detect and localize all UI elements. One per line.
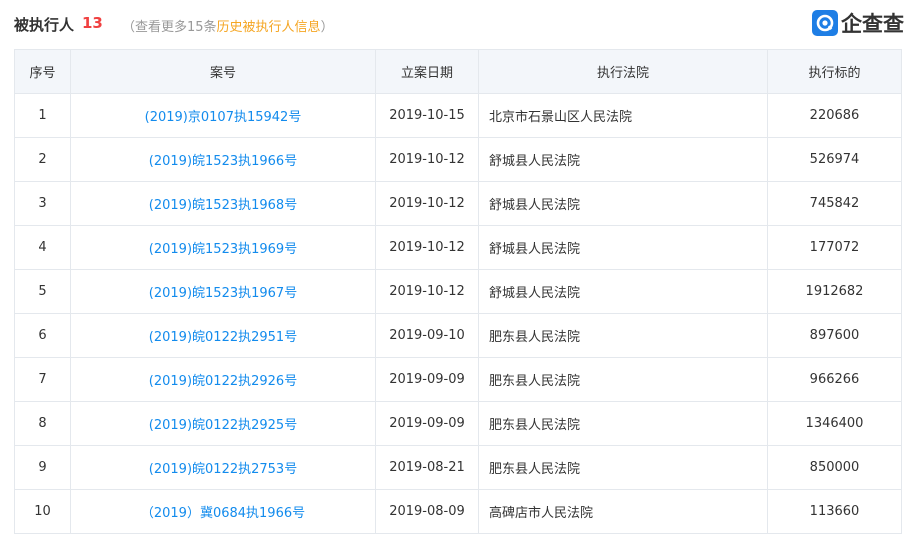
filing-date: 2019-10-12 — [375, 137, 479, 182]
table-row: 2 (2019)皖1523执1966号 2019-10-12 舒城县人民法院 52697… — [14, 137, 902, 182]
table-row: 1 (2019)京0107执15942号 2019-10-15 北京市石景山区人民法院… — [14, 93, 902, 138]
case-number-link[interactable]: (2019)京0107执15942号 — [70, 93, 376, 138]
case-number-link[interactable]: (2019)皖0122执2753号 — [70, 445, 376, 490]
table-row: 7 (2019)皖0122执2926号 2019-09-09 肥东县人民法院 96626… — [14, 357, 902, 402]
execution-amount: 1912682 — [767, 269, 902, 314]
court-name: 北京市石景山区人民法院 — [478, 93, 768, 138]
execution-amount: 220686 — [767, 93, 902, 138]
row-index: 8 — [14, 401, 71, 446]
col-header-case-no: 案号 — [70, 49, 376, 94]
table-row: 8 (2019)皖0122执2925号 2019-09-09 肥东县人民法院 13464… — [14, 401, 902, 446]
history-note: （查看更多15条历史被执行人信息） — [122, 16, 334, 35]
execution-amount: 526974 — [767, 137, 902, 182]
court-name: 舒城县人民法院 — [478, 181, 768, 226]
case-number-link[interactable]: （2019）冀0684执1966号 — [70, 489, 376, 534]
table-row: 9 (2019)皖0122执2753号 2019-08-21 肥东县人民法院 85000… — [14, 445, 902, 490]
filing-date: 2019-08-09 — [375, 489, 479, 534]
row-index: 4 — [14, 225, 71, 270]
section-title: 被执行人 — [14, 16, 75, 34]
table-row: 6 (2019)皖0122执2951号 2019-09-10 肥东县人民法院 89760… — [14, 313, 902, 358]
row-index: 1 — [14, 93, 71, 138]
filing-date: 2019-09-09 — [375, 401, 479, 446]
history-note-close: ） — [320, 20, 334, 35]
case-number-link[interactable]: (2019)皖0122执2926号 — [70, 357, 376, 402]
execution-amount: 966266 — [767, 357, 902, 402]
row-index: 10 — [14, 489, 71, 534]
col-header-filing-date: 立案日期 — [375, 49, 479, 94]
court-name: 舒城县人民法院 — [478, 137, 768, 182]
filing-date: 2019-10-12 — [375, 225, 479, 270]
row-index: 9 — [14, 445, 71, 490]
court-name: 舒城县人民法院 — [478, 225, 768, 270]
case-number-link[interactable]: (2019)皖0122执2951号 — [70, 313, 376, 358]
logo-text: 企查查 — [841, 12, 904, 36]
execution-amount: 745842 — [767, 181, 902, 226]
col-header-index: 序号 — [14, 49, 71, 94]
history-link[interactable]: 历史被执行人信息 — [217, 20, 321, 35]
filing-date: 2019-09-10 — [375, 313, 479, 358]
table-row: 4 (2019)皖1523执1969号 2019-10-12 舒城县人民法院 17707… — [14, 225, 902, 270]
executed-person-table: 序号 案号 立案日期 执行法院 执行标的 1 (2019)京0107执15942号… — [14, 49, 902, 534]
filing-date: 2019-10-12 — [375, 269, 479, 314]
qichacha-logo: 企查查 — [812, 8, 904, 38]
case-number-link[interactable]: (2019)皖1523执1969号 — [70, 225, 376, 270]
case-number-link[interactable]: (2019)皖0122执2925号 — [70, 401, 376, 446]
filing-date: 2019-09-09 — [375, 357, 479, 402]
col-header-court: 执行法院 — [478, 49, 768, 94]
row-index: 6 — [14, 313, 71, 358]
section-header: 被执行人 13 （查看更多15条历史被执行人信息） 企查查 — [14, 8, 904, 42]
row-index: 3 — [14, 181, 71, 226]
case-number-link[interactable]: (2019)皖1523执1968号 — [70, 181, 376, 226]
logo-mark-icon — [812, 10, 838, 36]
court-name: 肥东县人民法院 — [478, 357, 768, 402]
row-index: 5 — [14, 269, 71, 314]
history-note-open: （查看更多15条 — [122, 20, 217, 35]
case-number-link[interactable]: (2019)皖1523执1966号 — [70, 137, 376, 182]
table-header-row: 序号 案号 立案日期 执行法院 执行标的 — [14, 49, 902, 94]
execution-amount: 113660 — [767, 489, 902, 534]
table-row: 5 (2019)皖1523执1967号 2019-10-12 舒城县人民法院 19126… — [14, 269, 902, 314]
filing-date: 2019-10-15 — [375, 93, 479, 138]
row-index: 2 — [14, 137, 71, 182]
filing-date: 2019-10-12 — [375, 181, 479, 226]
court-name: 舒城县人民法院 — [478, 269, 768, 314]
row-index: 7 — [14, 357, 71, 402]
court-name: 肥东县人民法院 — [478, 313, 768, 358]
col-header-amount: 执行标的 — [767, 49, 902, 94]
court-name: 高碑店市人民法院 — [478, 489, 768, 534]
record-count: 13 — [82, 14, 103, 32]
execution-amount: 1346400 — [767, 401, 902, 446]
filing-date: 2019-08-21 — [375, 445, 479, 490]
court-name: 肥东县人民法院 — [478, 445, 768, 490]
table-row: 10 （2019）冀0684执1966号 2019-08-09 高碑店市人民法院 113… — [14, 489, 902, 534]
table-body: 1 (2019)京0107执15942号 2019-10-15 北京市石景山区人民法院… — [14, 93, 902, 534]
table-row: 3 (2019)皖1523执1968号 2019-10-12 舒城县人民法院 74584… — [14, 181, 902, 226]
execution-amount: 177072 — [767, 225, 902, 270]
execution-amount: 897600 — [767, 313, 902, 358]
court-name: 肥东县人民法院 — [478, 401, 768, 446]
execution-amount: 850000 — [767, 445, 902, 490]
case-number-link[interactable]: (2019)皖1523执1967号 — [70, 269, 376, 314]
